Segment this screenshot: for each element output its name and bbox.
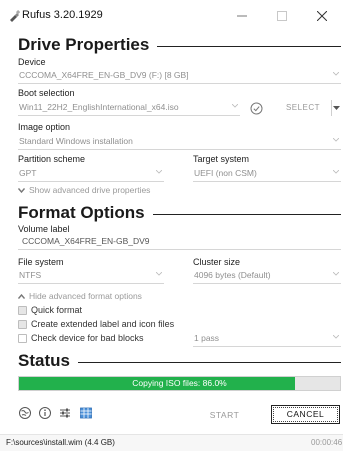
minimize-button[interactable] — [222, 0, 262, 32]
window-title: Rufus 3.20.1929 — [22, 9, 103, 21]
file-system-select[interactable]: NTFS — [18, 268, 164, 284]
format-options-heading: Format Options — [18, 203, 153, 223]
select-split-separator — [331, 100, 332, 116]
info-icon[interactable] — [38, 406, 52, 420]
volume-label-input[interactable]: CCCOMA_X64FRE_EN-GB_DV9 — [18, 234, 341, 250]
hide-advanced-format-toggle[interactable]: Hide advanced format options — [18, 291, 142, 301]
quick-format-checkbox[interactable]: Quick format — [18, 305, 82, 315]
device-label: Device — [18, 57, 46, 67]
boot-selection-select[interactable]: Win11_22H2_EnglishInternational_x64.iso — [18, 100, 240, 116]
boot-selection-label: Boot selection — [18, 88, 75, 98]
chevron-down-icon — [333, 170, 339, 174]
log-icon[interactable] — [79, 406, 93, 420]
passes-select[interactable]: 1 pass — [193, 331, 341, 347]
bad-blocks-label: Check device for bad blocks — [31, 333, 144, 343]
show-advanced-drive-label: Show advanced drive properties — [29, 185, 151, 195]
image-option-select[interactable]: Standard Windows installation — [18, 134, 341, 150]
chevron-down-icon — [333, 335, 339, 339]
maximize-icon — [277, 11, 287, 21]
progress-text: Copying ISO files: 86.0% — [132, 378, 227, 388]
passes-value: 1 pass — [194, 333, 220, 343]
elapsed-timer: 00:00:46 — [311, 438, 343, 447]
section-divider — [125, 214, 341, 215]
chevron-down-icon — [156, 272, 162, 276]
status-heading: Status — [18, 351, 78, 371]
target-system-label: Target system — [193, 154, 250, 164]
hide-advanced-format-label: Hide advanced format options — [29, 291, 142, 301]
extended-label-checkbox[interactable]: Create extended label and icon files — [18, 319, 174, 329]
close-icon — [317, 11, 327, 21]
checkbox-box — [18, 333, 27, 343]
checkbox-box — [18, 305, 27, 315]
volume-label-label: Volume label — [18, 224, 70, 234]
maximize-button[interactable] — [262, 0, 302, 32]
current-file-path: F:\sources\install.wim (4.4 GB) — [6, 438, 115, 447]
device-select[interactable]: CCCOMA_X64FRE_EN-GB_DV9 (F:) [8 GB] — [18, 68, 341, 84]
chevron-down-icon — [232, 104, 238, 108]
partition-scheme-label: Partition scheme — [18, 154, 86, 164]
partition-scheme-select[interactable]: GPT — [18, 166, 164, 182]
minimize-icon — [237, 15, 247, 17]
cancel-button[interactable]: CANCEL — [271, 405, 340, 424]
drive-properties-heading: Drive Properties — [18, 35, 158, 55]
chevron-down-icon — [333, 272, 339, 276]
status-bar: F:\sources\install.wim (4.4 GB) 00:00:46 — [0, 434, 343, 451]
show-advanced-drive-toggle[interactable]: Show advanced drive properties — [18, 185, 150, 195]
select-dropdown-arrow-icon[interactable] — [333, 106, 340, 110]
chevron-down-icon — [333, 138, 339, 142]
target-system-value: UEFI (non CSM) — [194, 168, 257, 178]
chevron-down-icon — [333, 72, 339, 76]
file-system-value: NTFS — [19, 270, 42, 280]
settings-sliders-icon[interactable] — [58, 406, 72, 420]
chevron-down-icon — [18, 188, 25, 194]
extended-label-label: Create extended label and icon files — [31, 319, 175, 329]
partition-scheme-value: GPT — [19, 168, 37, 178]
chevron-up-icon — [18, 294, 25, 300]
cluster-size-value: 4096 bytes (Default) — [194, 270, 271, 280]
cluster-size-label: Cluster size — [193, 257, 241, 267]
close-button[interactable] — [302, 0, 342, 32]
title-bar: Rufus 3.20.1929 — [0, 0, 343, 32]
target-system-select[interactable]: UEFI (non CSM) — [193, 166, 341, 182]
quick-format-label: Quick format — [31, 305, 83, 315]
checkbox-box — [18, 319, 27, 329]
usb-drive-icon — [10, 10, 20, 22]
progress-bar: Copying ISO files: 86.0% — [18, 376, 341, 391]
chevron-down-icon — [156, 170, 162, 174]
file-system-label: File system — [18, 257, 64, 267]
select-button[interactable]: SELECT — [276, 100, 330, 116]
image-option-value: Standard Windows installation — [19, 136, 133, 146]
start-button[interactable]: START — [187, 406, 262, 424]
bad-blocks-checkbox[interactable]: Check device for bad blocks — [18, 333, 144, 343]
device-select-value: CCCOMA_X64FRE_EN-GB_DV9 (F:) [8 GB] — [19, 70, 189, 80]
language-icon[interactable] — [18, 406, 32, 420]
image-option-label: Image option — [18, 122, 71, 132]
boot-selection-value: Win11_22H2_EnglishInternational_x64.iso — [19, 102, 179, 112]
cluster-size-select[interactable]: 4096 bytes (Default) — [193, 268, 341, 284]
section-divider — [78, 362, 341, 363]
checksum-icon[interactable] — [250, 102, 263, 115]
